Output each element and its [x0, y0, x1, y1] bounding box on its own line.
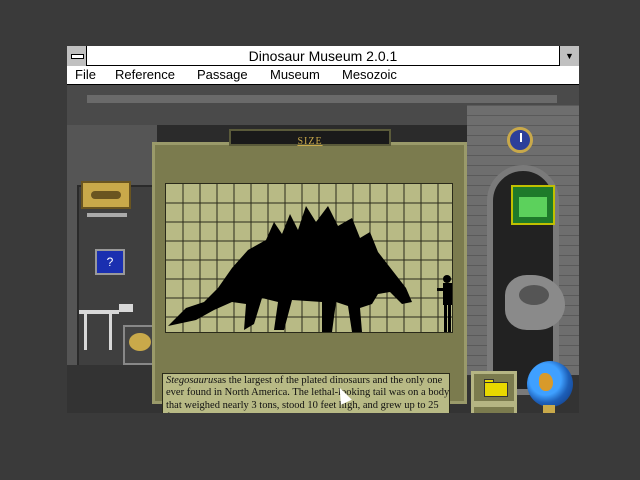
ceiling-beam: [87, 95, 557, 103]
map-sign[interactable]: [511, 185, 555, 225]
window-title: Dinosaur Museum 2.0.1: [248, 48, 398, 64]
fossil-bone: [91, 191, 121, 199]
fossil-plaque-exhibit[interactable]: [81, 181, 131, 209]
menu-bar: File Reference Passage Museum Mesozoic: [67, 66, 579, 85]
minus-icon: [71, 54, 84, 59]
back-button[interactable]: [471, 404, 517, 413]
display-case-artifact: [129, 333, 151, 351]
menu-passage[interactable]: Passage: [197, 67, 248, 82]
menu-mesozoic[interactable]: Mesozoic: [342, 67, 397, 82]
clock-hand: [520, 133, 522, 142]
menu-reference[interactable]: Reference: [115, 67, 175, 82]
menu-museum[interactable]: Museum: [270, 67, 320, 82]
map-sign-image: [519, 197, 547, 217]
skeleton-leg: [109, 314, 112, 350]
app-window: Dinosaur Museum 2.0.1 ▼ File Reference P…: [67, 46, 579, 413]
museum-scene: ? SIZE Stegosaurusas the largest of the …: [67, 85, 579, 413]
title-bar: Dinosaur Museum 2.0.1 ▼: [67, 46, 579, 66]
skull-eye-socket: [519, 285, 549, 305]
window-dropdown-button[interactable]: ▼: [559, 46, 579, 66]
menu-file[interactable]: File: [75, 67, 96, 82]
dinosaur-name: Stegosaurus: [166, 375, 218, 386]
size-panel-text-layer: Stegosaurusas the largest of the plated …: [152, 142, 467, 413]
system-menu-button[interactable]: [67, 46, 87, 66]
clock-icon[interactable]: [507, 127, 533, 153]
description-box: Stegosaurusas the largest of the plated …: [162, 373, 450, 413]
description-text: Stegosaurusas the largest of the plated …: [166, 375, 449, 413]
globe-icon[interactable]: [527, 361, 573, 407]
help-monitor[interactable]: ?: [95, 249, 125, 275]
triangle-down-icon: ▼: [565, 51, 574, 61]
plaque-caption: [87, 213, 127, 217]
skeleton-leg: [84, 314, 87, 350]
globe-continent: [539, 373, 553, 391]
skeleton-skull: [119, 304, 133, 312]
folder-icon: [484, 382, 508, 397]
globe-stand: [543, 405, 555, 413]
folder-button[interactable]: [471, 371, 517, 404]
